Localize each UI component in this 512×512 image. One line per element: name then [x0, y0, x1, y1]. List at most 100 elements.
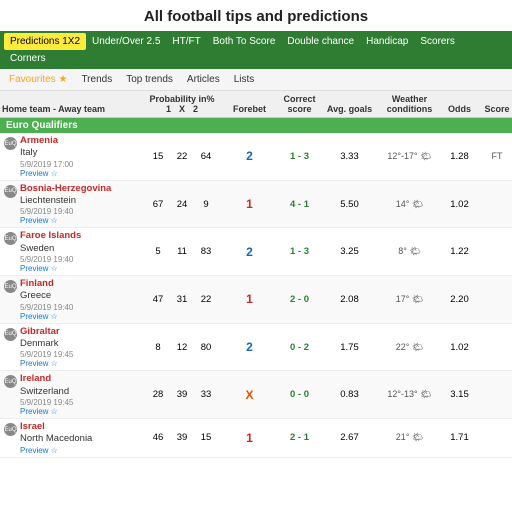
th-odds: Odds: [442, 104, 477, 114]
prob-2: 22: [196, 294, 216, 305]
prob-x: 31: [172, 294, 192, 305]
nav-primary-item[interactable]: Double chance: [281, 33, 360, 50]
nav-secondary-item[interactable]: Articles: [182, 72, 225, 87]
prob-1: 5: [148, 246, 168, 257]
preview-link[interactable]: Preview ☆: [20, 407, 142, 416]
prob-1: 67: [148, 199, 168, 210]
table-row: EuQ Faroe Islands Sweden 5/9/2019 19:40 …: [0, 228, 512, 276]
avg-goals: 0.83: [322, 389, 377, 400]
avg-goals: 2.08: [322, 294, 377, 305]
probability-cell: 46 39 15: [142, 432, 222, 443]
table-row: EuQ Armenia Italy 5/9/2019 17:00 Preview…: [0, 133, 512, 181]
match-time: 5/9/2019 19:45: [20, 398, 142, 407]
odds-cell: 3.15: [442, 389, 477, 400]
nav-secondary-item[interactable]: Favourites ★: [4, 72, 72, 87]
odds-cell: 1.28: [442, 151, 477, 162]
odds-cell: 1.71: [442, 432, 477, 443]
weather-cell: 22° 🌤: [377, 342, 442, 353]
team-cell: EuQ Armenia Italy 5/9/2019 17:00 Preview…: [2, 135, 142, 178]
correct-score: 0 - 2: [277, 342, 322, 353]
team-cell: EuQ Finland Greece 5/9/2019 19:40 Previe…: [2, 278, 142, 321]
preview-link[interactable]: Preview ☆: [20, 264, 142, 273]
table-row: EuQ Bosnia-Herzegovina Liechtenstein 5/9…: [0, 181, 512, 229]
match-grid: EuQ Israel North Macedonia Preview ☆ 46 …: [2, 421, 510, 455]
avg-goals: 1.75: [322, 342, 377, 353]
match-grid: EuQ Faroe Islands Sweden 5/9/2019 19:40 …: [2, 230, 510, 273]
match-grid: EuQ Ireland Switzerland 5/9/2019 19:45 P…: [2, 373, 510, 416]
avg-goals: 5.50: [322, 199, 377, 210]
probability-cell: 15 22 64: [142, 151, 222, 162]
nav-primary-item[interactable]: HT/FT: [166, 33, 206, 50]
probability-cell: 5 11 83: [142, 246, 222, 257]
weather-cell: 8° 🌤: [377, 246, 442, 257]
prob-2: 9: [196, 199, 216, 210]
th-correct-score: Correct score: [277, 94, 322, 114]
th-forebet: Forebet: [222, 104, 277, 114]
preview-link[interactable]: Preview ☆: [20, 169, 142, 178]
team-badge: EuQ: [4, 280, 17, 293]
match-time: 5/9/2019 19:40: [20, 303, 142, 312]
nav-primary-item[interactable]: Handicap: [360, 33, 414, 50]
team-cell: EuQ Bosnia-Herzegovina Liechtenstein 5/9…: [2, 183, 142, 226]
nav-primary-item[interactable]: Under/Over 2.5: [86, 33, 166, 50]
th-probability: Probability in% 1 X 2: [142, 94, 222, 114]
away-team: North Macedonia: [20, 433, 142, 445]
prob-2: 33: [196, 389, 216, 400]
nav-primary-item[interactable]: Corners: [4, 50, 52, 67]
preview-link[interactable]: Preview ☆: [20, 216, 142, 225]
team-badge: EuQ: [4, 423, 17, 436]
forebet-cell: 2: [222, 149, 277, 163]
away-team: Italy: [20, 147, 142, 159]
prob-x: 12: [172, 342, 192, 353]
team-badge: EuQ: [4, 328, 17, 341]
away-team: Liechtenstein: [20, 195, 142, 207]
probability-cell: 47 31 22: [142, 294, 222, 305]
preview-link[interactable]: Preview ☆: [20, 312, 142, 321]
match-grid: EuQ Armenia Italy 5/9/2019 17:00 Preview…: [2, 135, 510, 178]
correct-score: 2 - 0: [277, 294, 322, 305]
nav-secondary-item[interactable]: Top trends: [121, 72, 178, 87]
nav-primary-item[interactable]: Both To Score: [207, 33, 282, 50]
home-team: Israel: [20, 421, 142, 433]
forebet-cell: 2: [222, 340, 277, 354]
forebet-cell: X: [222, 388, 277, 402]
match-grid: EuQ Gibraltar Denmark 5/9/2019 19:45 Pre…: [2, 326, 510, 369]
weather-cell: 12°-13° 🌤: [377, 389, 442, 400]
preview-link[interactable]: Preview ☆: [20, 446, 142, 455]
nav-secondary-item[interactable]: Trends: [76, 72, 117, 87]
match-time: 5/9/2019 19:40: [20, 207, 142, 216]
away-team: Switzerland: [20, 386, 142, 398]
prob-2: 80: [196, 342, 216, 353]
prob-2: 83: [196, 246, 216, 257]
prob-2: 64: [196, 151, 216, 162]
section-header: Euro Qualifiers: [0, 118, 512, 133]
weather-cell: 17° 🌤: [377, 294, 442, 305]
home-team: Finland: [20, 278, 142, 290]
away-team: Denmark: [20, 338, 142, 350]
team-badge: EuQ: [4, 375, 17, 388]
table-row: EuQ Finland Greece 5/9/2019 19:40 Previe…: [0, 276, 512, 324]
match-time: 5/9/2019 19:45: [20, 350, 142, 359]
away-team: Sweden: [20, 243, 142, 255]
odds-cell: 1.22: [442, 246, 477, 257]
nav-primary-item[interactable]: Scorers: [414, 33, 460, 50]
odds-cell: 1.02: [442, 342, 477, 353]
team-cell: EuQ Israel North Macedonia Preview ☆: [2, 421, 142, 455]
match-grid: EuQ Finland Greece 5/9/2019 19:40 Previe…: [2, 278, 510, 321]
correct-score: 2 - 1: [277, 432, 322, 443]
th-weather: Weather conditions: [377, 94, 442, 114]
forebet-cell: 1: [222, 292, 277, 306]
prob-1: 46: [148, 432, 168, 443]
nav-primary-item[interactable]: Predictions 1X2: [4, 33, 86, 50]
probability-cell: 67 24 9: [142, 199, 222, 210]
odds-cell: 2.20: [442, 294, 477, 305]
home-team: Bosnia-Herzegovina: [20, 183, 142, 195]
prob-x: 22: [172, 151, 192, 162]
prob-1: 47: [148, 294, 168, 305]
preview-link[interactable]: Preview ☆: [20, 359, 142, 368]
nav-secondary-item[interactable]: Lists: [229, 72, 260, 87]
weather-cell: 14° 🌤: [377, 199, 442, 210]
team-badge: EuQ: [4, 137, 17, 150]
away-team: Greece: [20, 290, 142, 302]
team-badge: EuQ: [4, 185, 17, 198]
